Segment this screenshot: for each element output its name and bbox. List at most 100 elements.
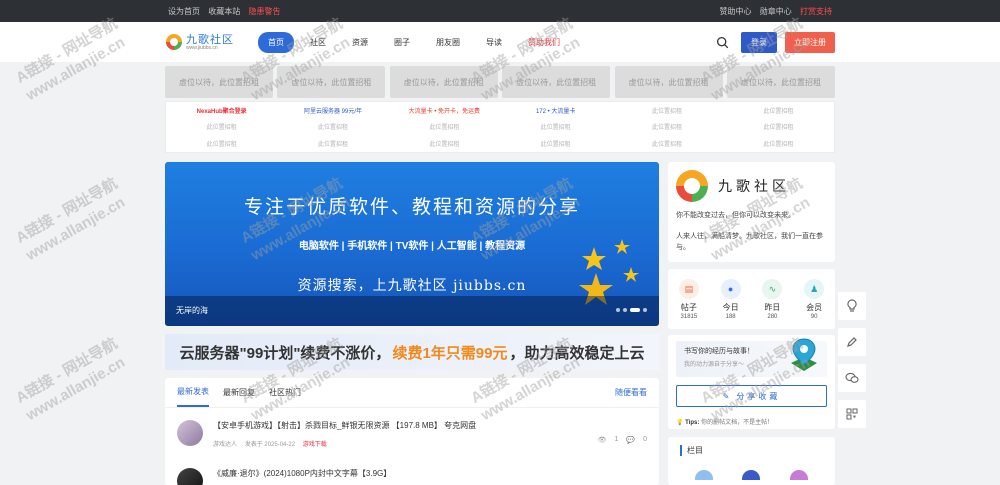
site-header: 九歌社区 www.jiubbs.cn 首页 社区 资源 圈子 朋友圈 导读 赞助… bbox=[0, 22, 1000, 62]
nav-circles[interactable]: 圈子 bbox=[384, 32, 420, 53]
posts-icon: ▤ bbox=[678, 279, 699, 299]
text-link[interactable]: 此位置招租 bbox=[500, 119, 611, 136]
random-browse-link[interactable]: 随便看看 bbox=[615, 387, 647, 398]
pulse-icon: ∿ bbox=[762, 279, 783, 299]
text-link-grid: NexaHub聚合登录 阿里云服务器 99元/年 大流量卡 • 免开卡，免运费 … bbox=[165, 101, 835, 153]
stat-label: 今日 bbox=[722, 303, 739, 312]
promo-text-1: 云服务器"99计划"续费不涨价， bbox=[179, 344, 391, 362]
bulb-icon: 💡 bbox=[676, 420, 684, 426]
watermark: A链接 - 网址导航 www.allanjie.cn bbox=[13, 335, 128, 425]
logo-url: www.jiubbs.cn bbox=[186, 44, 218, 51]
wechat-icon[interactable] bbox=[838, 364, 866, 392]
stat-label: 昨日 bbox=[764, 303, 781, 312]
stat-posts: ▤ 帖子 31815 bbox=[678, 279, 699, 329]
post-title[interactable]: 《威廉·退尔》(2024)1080P内封中文字幕【3.9G】 bbox=[213, 468, 391, 479]
text-link[interactable]: 此位置招租 bbox=[500, 135, 611, 152]
tips-line: 💡 Tips: 你的删帖文档，不是主帖！ bbox=[676, 417, 827, 426]
watermark: A链接 - 网址导航 www.allanjie.cn bbox=[13, 175, 128, 265]
logo-icon bbox=[676, 170, 708, 202]
carousel-dots[interactable] bbox=[613, 308, 647, 312]
column-card: 栏目 bbox=[668, 437, 835, 485]
nav-community[interactable]: 社区 bbox=[300, 32, 336, 53]
stat-value: 188 bbox=[725, 314, 736, 320]
logo-icon bbox=[166, 34, 182, 50]
column-icon[interactable] bbox=[694, 470, 713, 480]
main-nav: 首页 社区 资源 圈子 朋友圈 导读 赞助我们 bbox=[258, 31, 576, 53]
text-link[interactable]: 大流量卡 • 免开卡，免运费 bbox=[389, 102, 500, 119]
stat-value: 280 bbox=[767, 314, 778, 320]
logo-name: 九歌社区 bbox=[186, 32, 234, 46]
share-label: 分享收藏 bbox=[736, 391, 781, 401]
post-author[interactable]: 游戏达人 bbox=[213, 442, 237, 448]
text-link[interactable]: 此位置招租 bbox=[389, 135, 500, 152]
site-logo[interactable]: 九歌社区 www.jiubbs.cn bbox=[166, 34, 252, 51]
write-prompt[interactable]: 书写你的经历与故事！ 我的动力源自于分享～ bbox=[676, 338, 827, 377]
ad-slot[interactable]: 虚位以待，此位置招租 bbox=[502, 66, 611, 98]
write-card: 书写你的经历与故事！ 我的动力源自于分享～ ✎ 分享收藏 💡 Tips: 你的删… bbox=[668, 335, 835, 429]
sponsor-center-link[interactable]: 赞助中心 bbox=[720, 7, 752, 16]
text-link[interactable]: 此位置招租 bbox=[723, 135, 834, 152]
text-link[interactable]: 此位置招租 bbox=[723, 119, 834, 136]
column-icon[interactable] bbox=[790, 470, 809, 480]
hero-banner[interactable]: 专注于优质软件、教程和资源的分享 电脑软件 | 手机软件 | TV软件 | 人工… bbox=[165, 162, 659, 326]
nav-resources[interactable]: 资源 bbox=[342, 32, 378, 53]
comment-icon: 💬 bbox=[626, 437, 636, 444]
text-link[interactable]: 此位置招租 bbox=[611, 119, 722, 136]
share-icon: ✎ bbox=[722, 391, 733, 401]
column-title: 栏目 bbox=[680, 445, 823, 456]
text-link[interactable]: 阿里云服务器 99元/年 bbox=[277, 102, 388, 119]
ad-slot[interactable]: 虚位以待，此位置招租 bbox=[277, 66, 386, 98]
nav-sponsor[interactable]: 赞助我们 bbox=[518, 32, 570, 53]
warning-link[interactable]: 隐患警告 bbox=[248, 7, 280, 16]
list-item[interactable]: 《威廉·退尔》(2024)1080P内封中文字幕【3.9G】 bbox=[165, 456, 659, 485]
text-link[interactable]: 此位置招租 bbox=[277, 135, 388, 152]
text-link[interactable]: 此位置招租 bbox=[611, 135, 722, 152]
text-link[interactable]: 此位置招租 bbox=[611, 102, 722, 119]
eye-icon: 👁 bbox=[597, 437, 607, 444]
ad-slot[interactable]: 虚位以待，此位置招租 bbox=[726, 66, 835, 98]
text-link[interactable]: 此位置招租 bbox=[166, 135, 277, 152]
post-category[interactable]: 游戏下载 bbox=[303, 442, 327, 448]
floating-toolbar bbox=[838, 292, 868, 436]
search-icon[interactable] bbox=[716, 36, 729, 49]
post-title[interactable]: 【安卓手机游戏】【射击】杀戮目标_鲜银无限资源 【197.8 MB】 夸克网盘 bbox=[213, 420, 476, 431]
qrcode-icon[interactable] bbox=[838, 400, 866, 428]
promo-banner[interactable]: 云服务器"99计划"续费不涨价， 续费1年只需99元 ，助力高效稳定上云 bbox=[165, 334, 659, 370]
text-link[interactable]: NexaHub聚合登录 bbox=[166, 102, 277, 119]
avatar[interactable] bbox=[177, 420, 203, 446]
bulb-icon[interactable] bbox=[838, 292, 866, 320]
list-item[interactable]: 【安卓手机游戏】【射击】杀戮目标_鲜银无限资源 【197.8 MB】 夸克网盘 … bbox=[165, 408, 659, 456]
about-card: 九歌社区 你不能改变过去，但你可以改变未来。 人来人往，满船清梦。九歌社区，我们… bbox=[668, 162, 835, 262]
edit-icon[interactable] bbox=[838, 328, 866, 356]
stat-yesterday: ∿ 昨日 280 bbox=[762, 279, 783, 329]
text-link[interactable]: 此位置招租 bbox=[723, 102, 834, 119]
text-link[interactable]: 此位置招租 bbox=[277, 119, 388, 136]
text-link[interactable]: 此位置招租 bbox=[166, 119, 277, 136]
tab-latest-posts[interactable]: 最新发表 bbox=[177, 378, 209, 407]
reply-count: 0 bbox=[643, 436, 647, 443]
medal-center-link[interactable]: 勋章中心 bbox=[760, 7, 792, 16]
ad-slot[interactable]: 虚位以待，此位置招租 bbox=[389, 66, 498, 98]
share-button[interactable]: ✎ 分享收藏 bbox=[676, 385, 827, 407]
register-button[interactable]: 立即注册 bbox=[785, 32, 835, 53]
bookmark-link[interactable]: 收藏本站 bbox=[208, 7, 240, 16]
ad-slot[interactable]: 虚位以待，此位置招租 bbox=[165, 66, 273, 98]
post-list-panel: 最新发表 最新回复 社区热门 随便看看 【安卓手机游戏】【射击】杀戮目标_鲜银无… bbox=[165, 378, 659, 485]
stat-today: ● 今日 188 bbox=[720, 279, 741, 329]
tab-latest-replies[interactable]: 最新回复 bbox=[223, 379, 255, 406]
nav-moments[interactable]: 朋友圈 bbox=[426, 32, 470, 53]
ad-slot[interactable]: 虚位以待，此位置招租 bbox=[614, 66, 723, 98]
promo-highlight: 续费1年只需99元 bbox=[392, 344, 508, 362]
tip-support-link[interactable]: 打赏支持 bbox=[800, 7, 832, 16]
nav-guide[interactable]: 导读 bbox=[476, 32, 512, 53]
tab-hot[interactable]: 社区热门 bbox=[269, 379, 301, 406]
text-link[interactable]: 此位置招租 bbox=[389, 119, 500, 136]
set-homepage-link[interactable]: 设为首页 bbox=[168, 7, 200, 16]
ad-slot-row: 虚位以待，此位置招租 虚位以待，此位置招租 虚位以待，此位置招租 虚位以待，此位… bbox=[165, 66, 835, 98]
nav-home[interactable]: 首页 bbox=[258, 31, 294, 53]
text-link[interactable]: 172 • 大流量卡 bbox=[500, 102, 611, 119]
login-button[interactable]: 登录 bbox=[741, 32, 777, 53]
about-line-2: 人来人往，满船清梦。九歌社区，我们一直在参与。 bbox=[676, 233, 823, 251]
avatar[interactable] bbox=[177, 468, 203, 485]
column-icon[interactable] bbox=[742, 470, 761, 480]
